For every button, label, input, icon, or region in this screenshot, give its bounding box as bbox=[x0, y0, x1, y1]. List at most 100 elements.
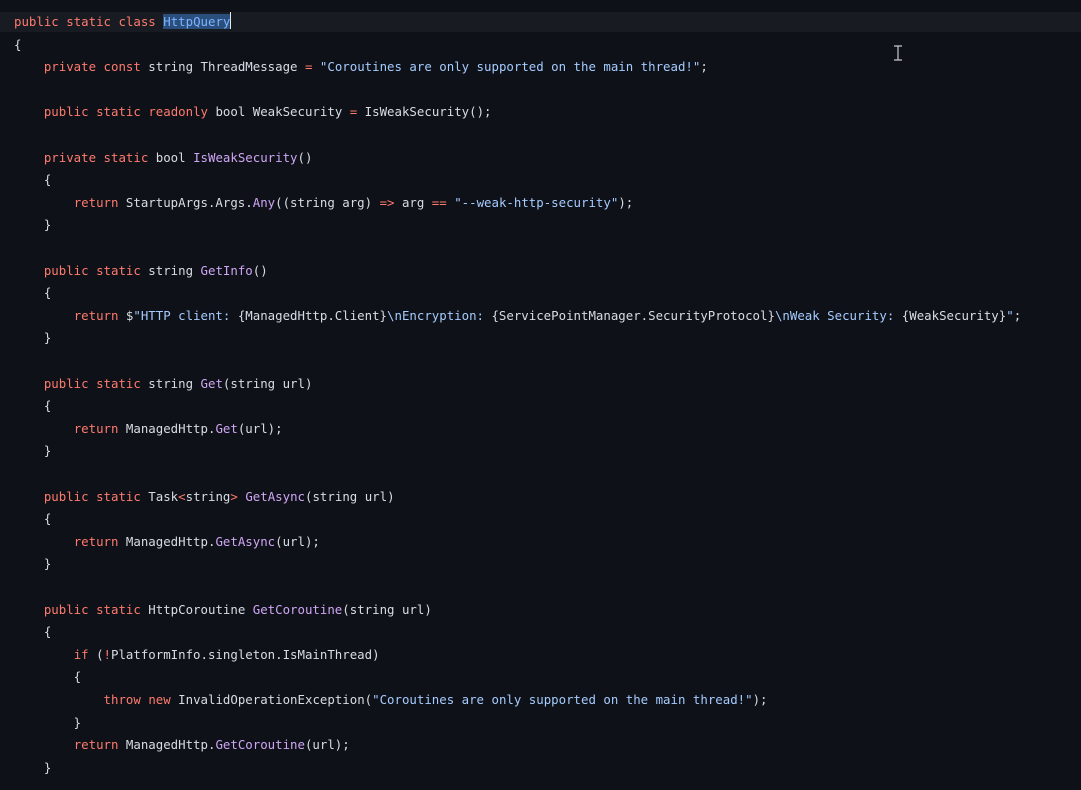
code-token: (string url) bbox=[305, 488, 395, 504]
code-token: {ManagedHttp.Client} bbox=[237, 307, 388, 323]
code-token: public bbox=[43, 375, 89, 391]
code-token: private bbox=[43, 59, 97, 75]
code-token: \n bbox=[387, 307, 402, 323]
code-line[interactable]: return $"HTTP client: {ManagedHttp.Clien… bbox=[0, 306, 1081, 326]
code-token: new bbox=[148, 692, 171, 707]
selected-text: HttpQuery bbox=[163, 14, 231, 29]
code-token: bool bbox=[148, 149, 194, 165]
code-line[interactable]: private static bool IsWeakSecurity() bbox=[0, 148, 1081, 168]
code-token: " bbox=[1006, 307, 1014, 323]
code-line[interactable] bbox=[0, 464, 1081, 484]
line-content: if (!PlatformInfo.singleton.IsMainThread… bbox=[14, 645, 380, 665]
code-token: "Coroutines are only supported on the ma… bbox=[319, 59, 701, 75]
code-line[interactable]: public static class HttpQuery bbox=[0, 12, 1081, 32]
code-line[interactable]: return ManagedHttp.Get(url); bbox=[0, 419, 1081, 439]
code-line[interactable]: return StartupArgs.Args.Any((string arg)… bbox=[0, 193, 1081, 213]
code-token: (url); bbox=[304, 737, 350, 753]
code-line[interactable]: { bbox=[0, 283, 1081, 303]
code-line[interactable]: public static HttpCoroutine GetCoroutine… bbox=[0, 600, 1081, 620]
code-token: } bbox=[14, 556, 52, 572]
line-content: return $"HTTP client: {ManagedHttp.Clien… bbox=[14, 306, 1021, 326]
code-token: ! bbox=[103, 646, 111, 662]
code-token: \n bbox=[774, 307, 790, 323]
code-token: ); bbox=[752, 692, 768, 707]
code-token: Get bbox=[215, 420, 238, 436]
line-content: { bbox=[14, 667, 81, 687]
code-line[interactable]: { bbox=[0, 35, 1081, 55]
code-line[interactable]: if (!PlatformInfo.singleton.IsMainThread… bbox=[0, 645, 1081, 665]
code-token: if bbox=[73, 646, 89, 662]
code-line[interactable]: { bbox=[0, 509, 1081, 529]
code-token: string ThreadMessage bbox=[140, 59, 305, 75]
code-token: ManagedHttp. bbox=[118, 533, 216, 549]
code-line[interactable] bbox=[0, 238, 1081, 258]
code-line[interactable]: } bbox=[0, 328, 1081, 348]
code-line[interactable]: public static string Get(string url) bbox=[0, 374, 1081, 394]
code-token: } bbox=[14, 714, 82, 730]
code-line[interactable] bbox=[0, 80, 1081, 100]
text-caret bbox=[230, 12, 232, 29]
code-token: > bbox=[230, 488, 238, 504]
code-token: { bbox=[14, 511, 52, 527]
code-line[interactable]: public static string GetInfo() bbox=[0, 261, 1081, 281]
code-token: static bbox=[96, 601, 141, 617]
code-line[interactable]: { bbox=[0, 667, 1081, 687]
line-content: private const string ThreadMessage = "Co… bbox=[14, 57, 708, 77]
code-token: { bbox=[14, 624, 52, 640]
code-line[interactable]: private const string ThreadMessage = "Co… bbox=[0, 57, 1081, 77]
code-line[interactable]: } bbox=[0, 554, 1081, 574]
code-line[interactable]: { bbox=[0, 396, 1081, 416]
line-content: throw new InvalidOperationException("Cor… bbox=[14, 690, 768, 710]
code-token: return bbox=[73, 307, 119, 323]
line-content: { bbox=[14, 396, 51, 416]
code-line[interactable]: throw new InvalidOperationException("Cor… bbox=[0, 690, 1081, 710]
code-token: static bbox=[96, 375, 141, 391]
code-line[interactable]: public static Task<string> GetAsync(stri… bbox=[0, 487, 1081, 507]
code-line[interactable]: public static readonly bool WeakSecurity… bbox=[0, 102, 1081, 122]
line-content: { bbox=[14, 35, 21, 55]
code-line[interactable]: } bbox=[0, 758, 1081, 778]
line-content: public static class HttpQuery bbox=[14, 12, 232, 32]
code-token: { bbox=[14, 285, 52, 301]
code-line[interactable]: } bbox=[0, 713, 1081, 733]
code-token: (url); bbox=[237, 420, 283, 436]
code-editor[interactable]: public static class HttpQuery { private c… bbox=[0, 0, 1081, 790]
code-token: { bbox=[14, 398, 52, 414]
line-content: } bbox=[14, 328, 51, 348]
code-token: (string url) bbox=[342, 601, 432, 617]
line-content: return ManagedHttp.GetCoroutine(url); bbox=[14, 735, 350, 755]
code-token: string bbox=[140, 375, 201, 391]
line-content: } bbox=[14, 554, 51, 574]
code-line[interactable]: } bbox=[0, 441, 1081, 461]
code-token: string bbox=[185, 488, 231, 504]
code-token: ; bbox=[700, 59, 708, 75]
line-content: { bbox=[14, 509, 51, 529]
code-token: (string url) bbox=[222, 375, 313, 391]
code-token: => bbox=[379, 194, 395, 210]
code-token: public bbox=[43, 262, 89, 278]
code-line[interactable]: return ManagedHttp.GetAsync(url); bbox=[0, 532, 1081, 552]
code-token: StartupArgs.Args. bbox=[118, 194, 253, 210]
code-line[interactable] bbox=[0, 351, 1081, 371]
code-token: IsWeakSecurity bbox=[193, 149, 298, 165]
code-token: "HTTP client: bbox=[133, 307, 238, 323]
code-line[interactable] bbox=[0, 125, 1081, 145]
code-line[interactable]: return ManagedHttp.GetCoroutine(url); bbox=[0, 735, 1081, 755]
line-content: { bbox=[14, 283, 51, 303]
code-line[interactable] bbox=[0, 577, 1081, 597]
code-line[interactable]: { bbox=[0, 622, 1081, 642]
code-token: ((string arg) bbox=[275, 194, 380, 210]
code-line[interactable]: { bbox=[0, 170, 1081, 190]
line-content: { bbox=[14, 622, 51, 642]
code-line[interactable]: } bbox=[0, 215, 1081, 235]
